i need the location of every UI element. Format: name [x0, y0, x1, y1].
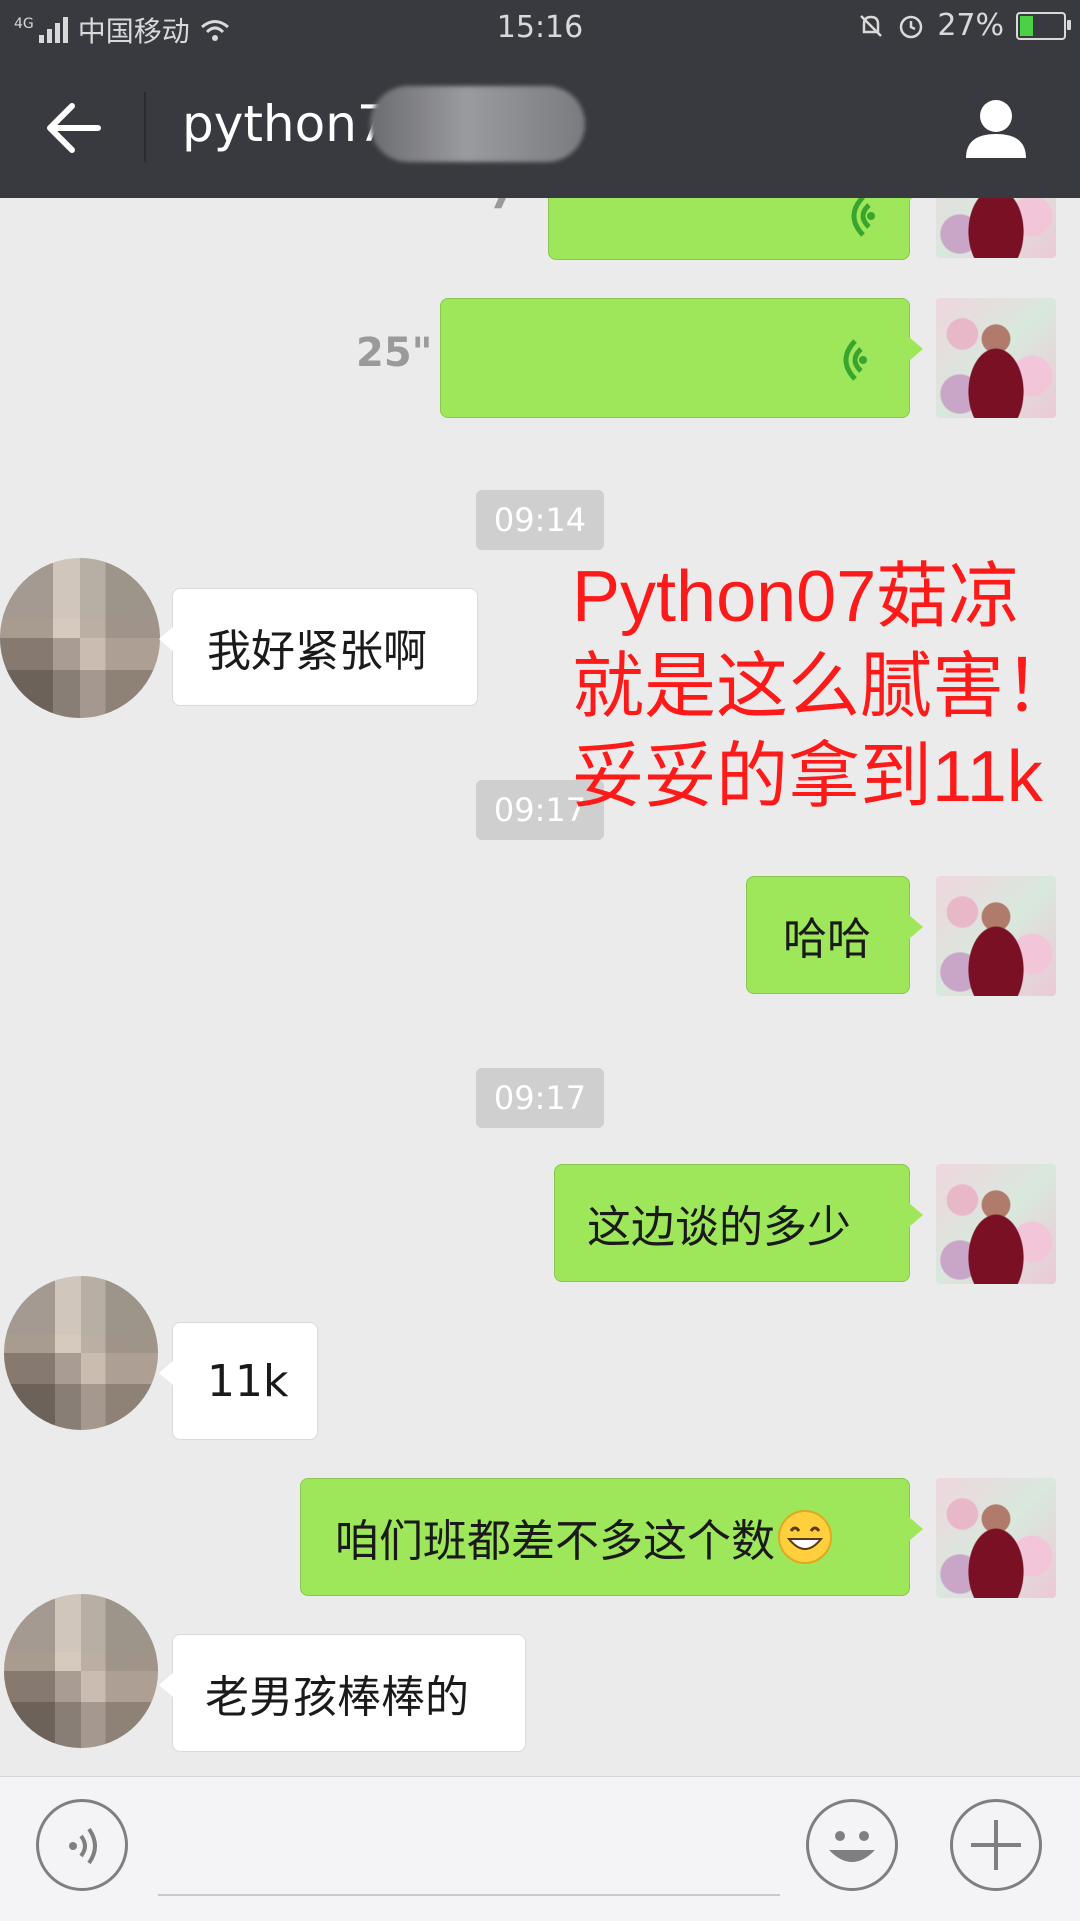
timestamp: 09:17	[476, 1068, 604, 1128]
more-button[interactable]	[950, 1799, 1042, 1891]
annotation-line: 妥妥的拿到11k	[572, 737, 1043, 817]
message-text: 老男孩棒棒的	[205, 1672, 469, 1723]
voice-message[interactable]	[548, 198, 923, 260]
header-divider	[144, 92, 146, 162]
avatar-self[interactable]	[936, 298, 1056, 418]
message-list[interactable]: 7" 25" 09:14 我好紧张啊 09:17 哈哈 09:17 这边谈的多少	[0, 198, 1080, 1776]
voice-message[interactable]	[440, 298, 923, 418]
avatar-contact[interactable]	[4, 1276, 158, 1430]
message-bubble[interactable]: 这边谈的多少	[554, 1164, 923, 1282]
voice-wave-icon	[851, 198, 875, 237]
plus-icon	[971, 1820, 1021, 1870]
message-text: 我好紧张啊	[207, 626, 427, 677]
message-bubble[interactable]: 咱们班都差不多这个数	[300, 1478, 923, 1596]
message-bubble[interactable]: 哈哈	[746, 876, 923, 994]
avatar-contact[interactable]	[4, 1594, 158, 1748]
chat-title: python7	[182, 95, 389, 153]
avatar-self[interactable]	[936, 198, 1056, 258]
voice-duration: 7"	[488, 198, 537, 218]
emoji-button[interactable]	[806, 1799, 898, 1891]
back-arrow-icon[interactable]	[44, 100, 104, 156]
voice-wave-icon	[843, 339, 867, 381]
annotation-overlay: Python07菇凉 就是这么腻害！ 妥妥的拿到11k	[572, 552, 1076, 822]
message-bubble[interactable]: 我好紧张啊	[159, 588, 478, 706]
mute-bell-icon	[860, 14, 883, 37]
message-text: 咱们班都差不多这个数	[335, 1516, 775, 1567]
emoji-icon	[829, 1831, 875, 1862]
annotation-line: Python07菇凉	[572, 557, 1021, 637]
message-text: 哈哈	[783, 914, 871, 965]
message-input[interactable]	[158, 1894, 780, 1896]
grin-emoji-icon	[778, 1510, 832, 1564]
voice-duration: 25"	[356, 330, 433, 376]
profile-icon[interactable]	[964, 96, 1028, 160]
avatar-self[interactable]	[936, 1164, 1056, 1284]
input-bar	[0, 1776, 1080, 1921]
message-bubble[interactable]: 老男孩棒棒的	[159, 1634, 526, 1752]
status-bar: 4G 中国移动 15:16 27%	[0, 0, 1080, 56]
avatar-self[interactable]	[936, 1478, 1056, 1598]
avatar-contact[interactable]	[0, 558, 160, 718]
redacted-name	[370, 86, 585, 162]
message-text: 这边谈的多少	[587, 1202, 851, 1253]
chat-header: python7	[0, 56, 1080, 198]
avatar-self[interactable]	[936, 876, 1056, 996]
timestamp: 09:14	[476, 490, 604, 550]
battery-percent: 27%	[937, 8, 1004, 43]
annotation-line: 就是这么腻害！	[572, 647, 1077, 727]
battery-icon	[1016, 11, 1071, 40]
message-bubble[interactable]: 11k	[159, 1322, 318, 1440]
message-text: 11k	[207, 1355, 289, 1407]
voice-input-button[interactable]	[36, 1799, 128, 1891]
voice-input-icon	[69, 1827, 97, 1865]
alarm-icon	[900, 15, 923, 38]
